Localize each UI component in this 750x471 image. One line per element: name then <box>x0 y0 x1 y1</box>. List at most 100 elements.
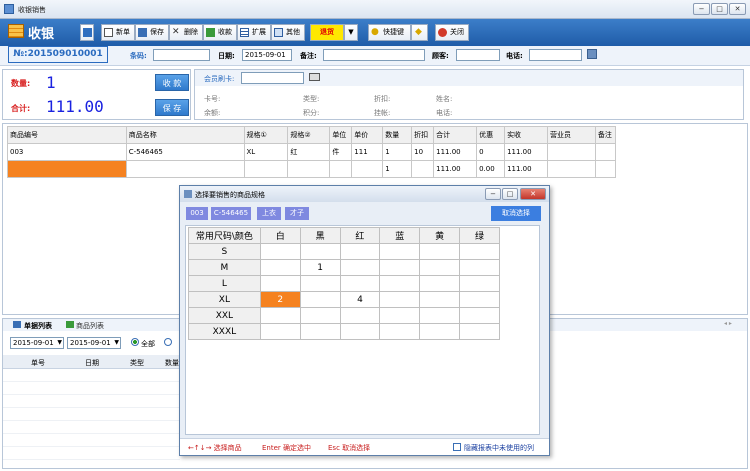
date-to-select[interactable]: 2015-09-01 ▼ <box>67 337 121 349</box>
grid-cell[interactable]: C-546465 <box>125 143 245 161</box>
save-button[interactable]: 保存 <box>135 24 169 41</box>
qty-cell[interactable] <box>419 243 461 260</box>
grid-cell[interactable]: XL <box>243 143 289 161</box>
calculator-button[interactable] <box>80 24 94 41</box>
qty-cell[interactable] <box>379 307 421 324</box>
qty-cell[interactable] <box>299 243 341 260</box>
grid-header-cell[interactable]: 单位 <box>329 126 353 144</box>
grid-header-cell[interactable]: 商品名称 <box>125 126 245 144</box>
qty-cell[interactable] <box>379 323 421 340</box>
qty-cell[interactable] <box>459 243 500 260</box>
dialog-close-button[interactable]: ✕ <box>520 188 546 200</box>
qty-cell[interactable] <box>339 243 381 260</box>
grid-header-cell[interactable]: 商品编号 <box>7 126 127 144</box>
qty-cell[interactable] <box>459 323 500 340</box>
grid-header-cell[interactable]: 实收 <box>504 126 549 144</box>
grid-cell[interactable] <box>547 143 596 161</box>
collect-payment-button[interactable]: 收 款 <box>155 74 189 91</box>
save-order-button[interactable]: 保 存 <box>155 99 189 116</box>
qty-cell[interactable] <box>299 291 341 308</box>
grid-cell[interactable] <box>7 160 127 178</box>
maximize-button[interactable]: □ <box>711 3 728 15</box>
grid-header-cell[interactable]: 备注 <box>594 126 617 144</box>
shortcut-button[interactable]: ● 快捷键 <box>368 24 411 41</box>
delete-button[interactable]: ✕ 删除 <box>169 24 203 41</box>
close-window-button[interactable]: ✕ <box>729 3 746 15</box>
cancel-select-button[interactable]: 取消选择 <box>491 206 541 221</box>
tab-document-list[interactable]: 单据列表 <box>24 321 52 331</box>
grid-cell[interactable] <box>287 160 331 178</box>
qty-cell[interactable] <box>259 307 301 324</box>
qty-cell[interactable] <box>459 291 500 308</box>
qty-cell[interactable]: 4 <box>339 291 381 308</box>
grid-header-cell[interactable]: 折扣 <box>411 126 435 144</box>
qty-cell[interactable] <box>259 259 301 276</box>
collect-button[interactable]: 收款 <box>203 24 237 41</box>
qty-cell[interactable] <box>339 275 381 292</box>
grid-cell[interactable] <box>243 160 289 178</box>
grid-cell[interactable]: 10 <box>411 143 435 161</box>
grid-header-cell[interactable]: 合计 <box>433 126 478 144</box>
grid-header-cell[interactable]: 单价 <box>351 126 384 144</box>
grid-cell[interactable] <box>125 160 245 178</box>
grid-cell[interactable]: 111.00 <box>433 160 478 178</box>
grid-header-cell[interactable]: 数量 <box>382 126 413 144</box>
phone-input[interactable] <box>529 49 582 61</box>
qty-cell[interactable] <box>339 307 381 324</box>
grid-cell[interactable] <box>594 160 617 178</box>
grid-cell[interactable]: 111.00 <box>504 160 549 178</box>
qty-cell[interactable] <box>299 323 341 340</box>
grid-cell[interactable]: 件 <box>329 143 353 161</box>
help-button[interactable]: ◆ <box>411 24 428 41</box>
grid-cell[interactable]: 0.00 <box>476 160 506 178</box>
dialog-maximize-button[interactable]: □ <box>502 188 518 200</box>
grid-cell[interactable] <box>351 160 384 178</box>
qty-cell[interactable]: 1 <box>299 259 341 276</box>
qty-cell[interactable] <box>379 243 421 260</box>
qty-cell[interactable] <box>419 291 461 308</box>
return-button[interactable]: 退货 <box>310 24 344 41</box>
radio-other[interactable] <box>164 338 172 346</box>
grid-cell[interactable] <box>547 160 596 178</box>
grid-cell[interactable] <box>594 143 617 161</box>
qty-cell[interactable] <box>259 243 301 260</box>
qty-cell[interactable] <box>339 323 381 340</box>
note-input[interactable] <box>323 49 425 61</box>
qty-cell[interactable] <box>299 275 341 292</box>
qty-cell[interactable] <box>459 275 500 292</box>
qty-cell[interactable] <box>419 259 461 276</box>
qty-cell[interactable] <box>299 307 341 324</box>
close-button[interactable]: 关闭 <box>435 24 469 41</box>
grid-cell[interactable]: 0 <box>476 143 506 161</box>
radio-all[interactable] <box>131 338 139 346</box>
qty-cell[interactable] <box>339 259 381 276</box>
dialog-minimize-button[interactable]: − <box>485 188 501 200</box>
new-button[interactable]: 新单 <box>101 24 135 41</box>
hide-unused-checkbox[interactable] <box>453 443 461 451</box>
tab-goods-list[interactable]: 商品列表 <box>76 321 104 331</box>
card-reader-icon[interactable] <box>309 73 320 81</box>
grid-header-cell[interactable]: 规格② <box>287 126 331 144</box>
grid-header-cell[interactable]: 优惠 <box>476 126 506 144</box>
table-row[interactable]: 003 C-546465 XL 红件 111 1 10 111.00 0 111.00 <box>7 143 617 161</box>
barcode-input[interactable] <box>153 49 210 61</box>
grid-cell[interactable]: 1 <box>382 160 413 178</box>
customer-input[interactable] <box>456 49 500 61</box>
qty-cell[interactable] <box>379 291 421 308</box>
qty-cell[interactable] <box>379 275 421 292</box>
qty-cell[interactable] <box>419 275 461 292</box>
minimize-button[interactable]: − <box>693 3 710 15</box>
grid-cell[interactable] <box>329 160 353 178</box>
table-row[interactable]: 1 111.00 0.00 111.00 <box>7 160 617 178</box>
qty-cell[interactable] <box>419 307 461 324</box>
expand-button[interactable]: 扩展 <box>237 24 271 41</box>
contact-icon[interactable] <box>587 49 597 59</box>
qty-cell[interactable] <box>259 323 301 340</box>
qty-cell[interactable]: 2 <box>259 291 301 308</box>
qty-cell[interactable] <box>459 259 500 276</box>
date-input[interactable]: 2015-09-01 <box>242 49 292 61</box>
other-button[interactable]: 其他 <box>271 24 305 41</box>
grid-cell[interactable] <box>411 160 435 178</box>
grid-cell[interactable]: 111.00 <box>504 143 549 161</box>
grid-header-cell[interactable]: 规格① <box>243 126 289 144</box>
